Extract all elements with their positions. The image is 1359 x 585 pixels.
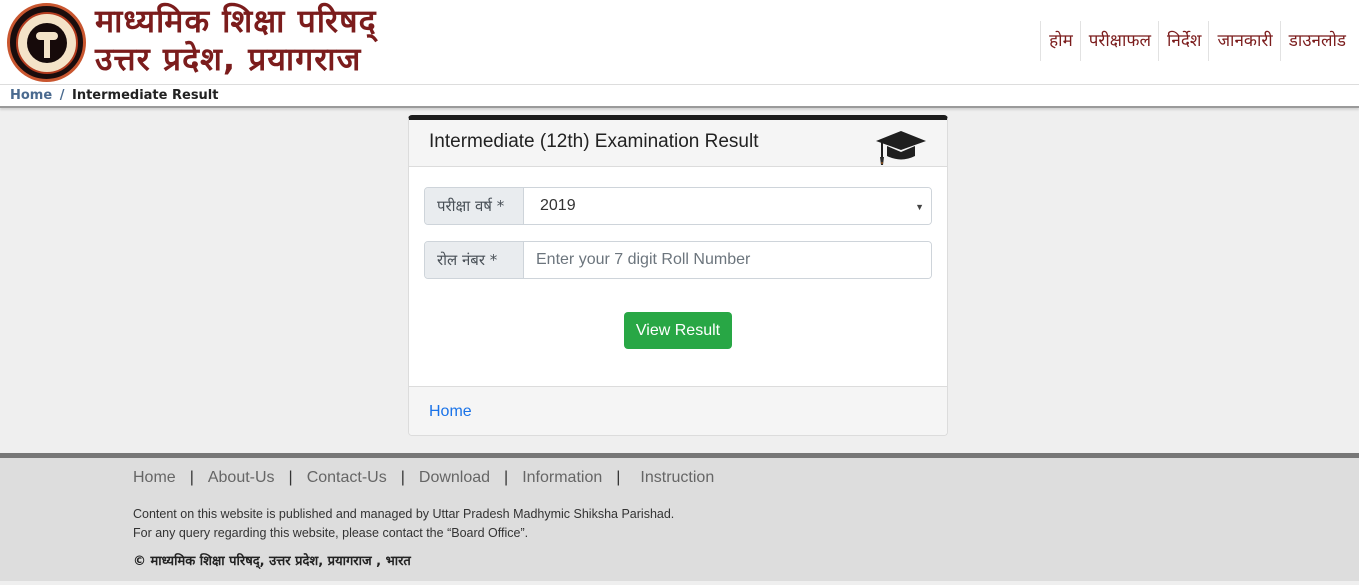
exam-year-label: परीक्षा वर्ष * [425, 188, 524, 224]
breadcrumb-separator: / [59, 88, 65, 103]
footer-links: Home | About-Us | Contact-Us | Download … [133, 469, 714, 487]
footer-divider: | [288, 469, 293, 486]
breadcrumb: Home / Intermediate Result [0, 85, 1359, 108]
footer-divider: | [504, 469, 509, 486]
footer-disclaimer: Content on this website is published and… [133, 505, 674, 543]
nav-home[interactable]: होम [1040, 21, 1080, 61]
nav-instructions[interactable]: निर्देश [1158, 21, 1208, 61]
logo-emblem-icon [26, 22, 67, 63]
card-header: Intermediate (12th) Examination Result [409, 120, 947, 167]
result-form-card: Intermediate (12th) Examination Result प… [408, 115, 948, 436]
up-board-logo[interactable] [7, 3, 86, 82]
roll-number-input[interactable] [524, 242, 931, 278]
exam-year-value: 2019 [540, 197, 576, 214]
footer-link-about[interactable]: About-Us [208, 469, 275, 487]
card-footer: Home [409, 386, 947, 435]
footer-copyright: © माध्यमिक शिक्षा परिषद्, उत्तर प्रदेश, … [133, 554, 411, 569]
view-result-button[interactable]: View Result [624, 312, 732, 349]
card-footer-home-link[interactable]: Home [429, 403, 472, 420]
exam-year-group: परीक्षा वर्ष * 2019 ▼ [424, 187, 932, 225]
footer-divider: | [616, 469, 621, 486]
footer-link-home[interactable]: Home [133, 469, 176, 487]
site-footer: Home | About-Us | Contact-Us | Download … [0, 453, 1359, 581]
footer-divider: | [189, 469, 194, 486]
footer-text-line2: For any query regarding this website, pl… [133, 526, 529, 540]
dropdown-caret-icon: ▼ [915, 202, 924, 212]
bottom-strip [0, 581, 1359, 585]
roll-number-label: रोल नंबर * [425, 242, 524, 278]
footer-link-instruction[interactable]: Instruction [640, 469, 714, 487]
card-body: परीक्षा वर्ष * 2019 ▼ रोल नंबर * View Re… [409, 167, 947, 386]
breadcrumb-home[interactable]: Home [10, 88, 52, 103]
exam-year-select[interactable]: 2019 ▼ [524, 188, 931, 224]
nav-information[interactable]: जानकारी [1208, 21, 1279, 61]
footer-link-information[interactable]: Information [522, 469, 602, 487]
site-header: माध्यमिक शिक्षा परिषद् उत्तर प्रदेश, प्र… [0, 0, 1359, 85]
site-title-line2: उत्तर प्रदेश, प्रयागराज [95, 40, 362, 78]
logo-emblem-ring [15, 11, 78, 74]
card-title: Intermediate (12th) Examination Result [429, 131, 759, 152]
site-title-line1: माध्यमिक शिक्षा परिषद् [95, 2, 377, 40]
roll-number-group: रोल नंबर * [424, 241, 932, 279]
nav-download[interactable]: डाउनलोड [1279, 21, 1353, 61]
graduation-cap-icon [876, 131, 926, 165]
nav-results[interactable]: परीक्षाफल [1079, 21, 1158, 61]
footer-divider: | [400, 469, 405, 486]
breadcrumb-current: Intermediate Result [72, 88, 219, 103]
footer-text-line1: Content on this website is published and… [133, 507, 675, 521]
footer-link-contact[interactable]: Contact-Us [307, 469, 387, 487]
footer-link-download[interactable]: Download [419, 469, 490, 487]
site-title: माध्यमिक शिक्षा परिषद् उत्तर प्रदेश, प्र… [95, 2, 377, 78]
top-nav: होम परीक्षाफल निर्देश जानकारी डाउनलोड [1040, 21, 1353, 61]
